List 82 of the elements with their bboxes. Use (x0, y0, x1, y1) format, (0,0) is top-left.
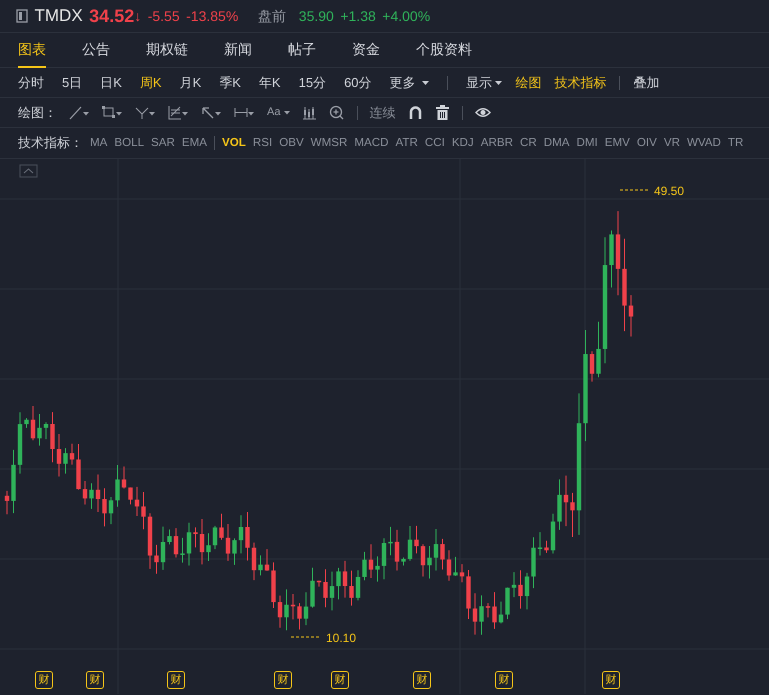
measure-tool-icon[interactable] (234, 105, 255, 120)
fibonacci-tool-icon[interactable] (168, 105, 189, 120)
earnings-marker[interactable]: 财 (274, 671, 292, 689)
indicator-option[interactable]: CR (520, 134, 537, 152)
tab[interactable]: 新闻 (224, 32, 252, 68)
caret-icon (422, 80, 430, 84)
percent-change: -13.85% (186, 6, 238, 26)
indicator-option[interactable]: DMA (544, 134, 570, 152)
earnings-marker[interactable]: 财 (35, 671, 53, 689)
caret-icon (284, 110, 290, 114)
collapse-toggle-icon[interactable] (20, 164, 38, 178)
indicator-option[interactable]: KDJ (452, 134, 474, 152)
indicator-option[interactable]: MACD (354, 134, 389, 152)
earnings-marker[interactable]: 财 (495, 671, 513, 689)
tab[interactable]: 图表 (18, 32, 46, 68)
toolbar-toggle[interactable]: 叠加 (633, 72, 660, 92)
period-tab[interactable]: 分时 (18, 72, 44, 92)
tab[interactable]: 个股资料 (416, 32, 472, 68)
indicator-option[interactable]: ATR (396, 134, 418, 152)
premarket-percent: +4.00% (382, 6, 430, 26)
period-tab[interactable]: 60分 (344, 72, 372, 92)
candlestick-icon[interactable] (302, 105, 317, 120)
indicator-option[interactable]: CCI (424, 134, 445, 152)
tab[interactable]: 公告 (82, 32, 110, 68)
earnings-marker[interactable]: 财 (602, 671, 620, 689)
indicator-label: 技术指标： (18, 134, 83, 152)
earnings-marker[interactable]: 财 (167, 671, 185, 689)
line-tool-icon[interactable] (69, 105, 90, 120)
period-tab[interactable]: 日K (100, 72, 122, 92)
trash-icon[interactable] (434, 105, 450, 120)
period-tab[interactable]: 月K (180, 72, 202, 92)
indicator-option[interactable]: ARBR (480, 134, 513, 152)
zoom-in-icon[interactable] (328, 105, 345, 120)
indicator-option[interactable]: RSI (252, 134, 272, 152)
period-tab[interactable]: 15分 (298, 72, 326, 92)
caret-icon (495, 80, 502, 84)
period-tab[interactable]: 周K (140, 72, 162, 92)
low-price-label: 10.10 (326, 630, 356, 647)
indicator-option[interactable]: OBV (279, 134, 304, 152)
eye-icon[interactable] (474, 105, 491, 120)
toolbar-toggle[interactable]: 绘图 (515, 72, 542, 92)
period-tab[interactable]: 季K (219, 72, 241, 92)
indicator-option[interactable]: WMSR (310, 134, 348, 152)
high-price-label: 49.50 (654, 183, 684, 200)
indicator-option[interactable]: MA (90, 134, 108, 152)
continuous-toggle[interactable]: 连续 (370, 102, 396, 122)
indicator-option[interactable]: TR (728, 134, 744, 152)
tab[interactable]: 帖子 (288, 32, 316, 68)
panel-toggle-icon[interactable] (16, 9, 28, 23)
magnet-icon[interactable] (408, 105, 423, 120)
earnings-marker[interactable]: 财 (86, 671, 104, 689)
indicator-option[interactable]: OIV (636, 134, 657, 152)
stock-price: 34.52 (89, 4, 134, 28)
earnings-marker[interactable]: 财 (413, 671, 431, 689)
price-change: -5.55 (148, 6, 180, 26)
rectangle-tool-icon[interactable] (102, 105, 123, 120)
down-arrow-icon: ↓ (134, 6, 142, 26)
indicator-option[interactable]: EMV (604, 134, 630, 152)
indicator-option[interactable]: EMA (182, 134, 208, 152)
period-tab[interactable]: 年K (258, 72, 281, 92)
display-dropdown[interactable]: 显示 (466, 72, 502, 92)
premarket-price: 35.90 (298, 6, 334, 26)
period-tab[interactable]: 5日 (62, 72, 82, 92)
stock-symbol: TMDX (34, 5, 83, 28)
indicator-option[interactable]: WVAD (686, 134, 721, 152)
more-dropdown[interactable]: 更多 (390, 72, 430, 92)
premarket-change: +1.38 (340, 6, 376, 26)
arrow-tool-icon[interactable] (201, 105, 222, 120)
indicator-option[interactable]: DMI (576, 134, 598, 152)
text-tool[interactable]: Aa (267, 104, 290, 121)
session-label: 盘前 (258, 6, 286, 26)
indicator-option[interactable]: BOLL (114, 134, 144, 152)
tab[interactable]: 期权链 (146, 32, 188, 68)
earnings-marker[interactable]: 财 (331, 671, 349, 689)
toolbar-toggle[interactable]: 技术指标 (554, 72, 606, 92)
indicator-option[interactable]: SAR (151, 134, 175, 152)
drawing-label: 绘图： (18, 104, 57, 122)
indicator-option[interactable]: VR (664, 134, 680, 152)
fork-tool-icon[interactable] (135, 105, 156, 120)
tab[interactable]: 资金 (352, 32, 380, 68)
low-marker-line (290, 636, 320, 638)
indicator-option[interactable]: VOL (222, 134, 246, 152)
